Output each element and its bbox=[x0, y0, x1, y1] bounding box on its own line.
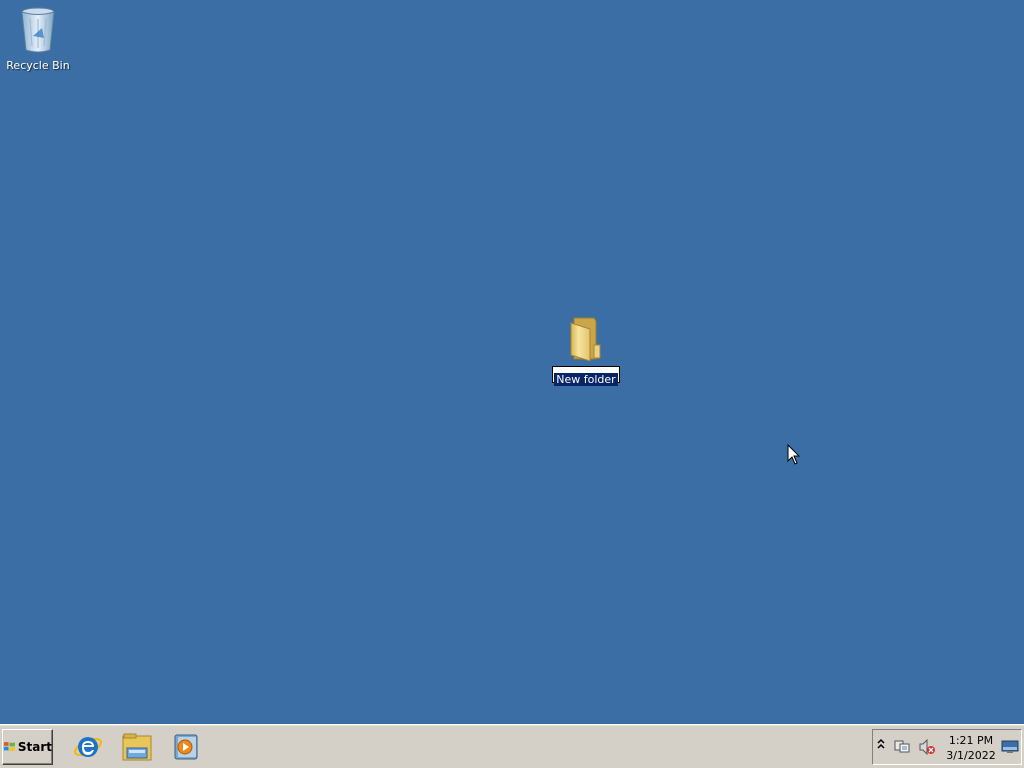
desktop-icon-new-folder[interactable]: New folder bbox=[548, 315, 624, 387]
rename-text: New folder bbox=[554, 373, 618, 386]
quicklaunch-media-player[interactable] bbox=[170, 731, 202, 763]
recycle-bin-icon bbox=[21, 7, 55, 53]
quicklaunch-file-explorer[interactable] bbox=[121, 731, 153, 763]
system-clock[interactable]: 1:21 PM 3/1/2022 bbox=[943, 733, 999, 763]
desktop[interactable]: Recycle Bin New folder bbox=[0, 0, 1024, 724]
quicklaunch-internet-explorer[interactable] bbox=[72, 731, 104, 763]
notification-area: 1:21 PM 3/1/2022 bbox=[872, 729, 1022, 765]
network-icon[interactable] bbox=[894, 739, 912, 759]
mouse-cursor-icon bbox=[787, 444, 801, 465]
clock-date: 3/1/2022 bbox=[946, 749, 996, 762]
rename-textbox[interactable]: New folder bbox=[552, 366, 620, 386]
media-player-icon bbox=[174, 734, 198, 760]
folder-icon bbox=[570, 317, 601, 362]
show-hidden-icons-chevron-icon[interactable] bbox=[877, 738, 885, 753]
start-button[interactable]: Start bbox=[2, 729, 53, 765]
desktop-icon-recycle-bin[interactable]: Recycle Bin bbox=[0, 6, 76, 73]
start-label: Start bbox=[17, 740, 52, 754]
recycle-bin-label: Recycle Bin bbox=[6, 59, 70, 72]
volume-muted-icon[interactable] bbox=[918, 738, 936, 759]
clock-time: 1:21 PM bbox=[948, 734, 994, 747]
show-desktop-icon[interactable] bbox=[1001, 739, 1019, 758]
taskbar: Start 1:21 PM 3/1/2022 bbox=[0, 724, 1024, 768]
file-explorer-icon bbox=[122, 733, 152, 761]
internet-explorer-icon bbox=[74, 737, 102, 757]
windows-logo-icon bbox=[3, 741, 15, 752]
